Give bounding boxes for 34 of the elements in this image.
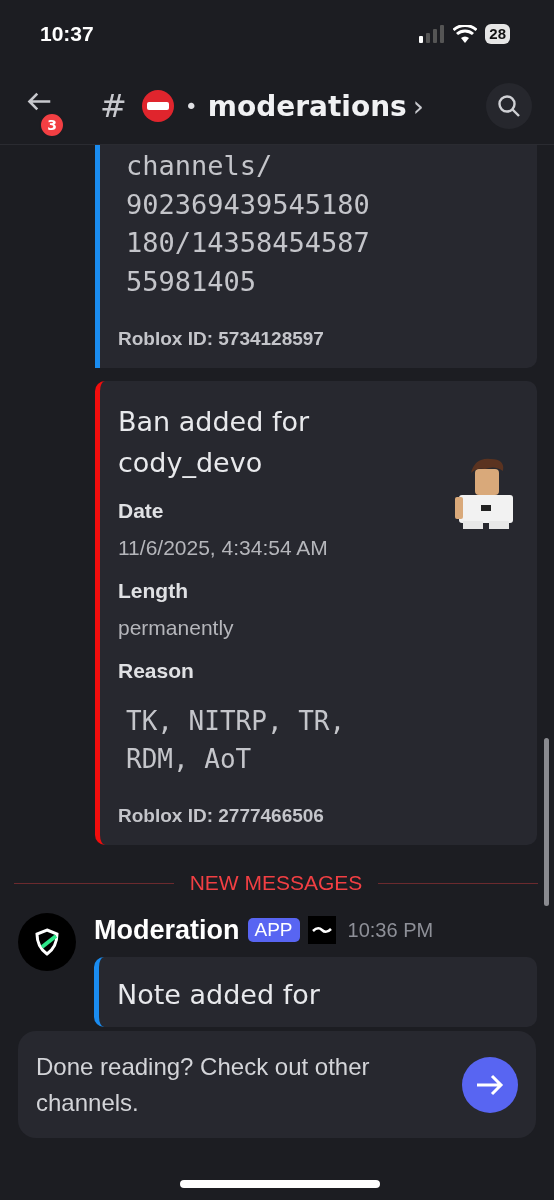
signal-icon — [419, 25, 446, 43]
new-messages-divider: NEW MESSAGES — [189, 871, 363, 895]
channel-name[interactable]: moderations — [207, 89, 407, 123]
field-value: 11/6/2025, 4:34:54 AM — [118, 535, 329, 561]
separator-dot: • — [184, 93, 198, 119]
message-time: 10:36 PM — [347, 918, 434, 942]
back-button[interactable] — [26, 91, 52, 112]
back-arrow-icon — [26, 91, 52, 112]
search-icon — [497, 94, 521, 118]
arrow-right-icon — [475, 1072, 505, 1097]
search-button[interactable] — [486, 83, 532, 129]
unread-badge: 3 — [39, 112, 65, 138]
chevron: › — [412, 89, 425, 123]
no-entry-icon — [140, 89, 175, 123]
embed-title: Ban added for cody_devo — [118, 405, 311, 480]
role-icon — [307, 916, 336, 944]
code-text: channels/ 902369439545180 180/14358454587 55981405 — [125, 149, 371, 299]
embed-footer: Roblox ID: 2777466506 — [118, 805, 455, 827]
code-text: TK, NITRP, TR, RDM, AoT — [125, 705, 347, 776]
app-tag: APP — [247, 918, 300, 942]
field-name: Reason — [118, 658, 195, 684]
author-name[interactable]: Moderation — [94, 914, 240, 946]
embed-footer: Roblox ID: 5734128597 — [118, 328, 517, 350]
field-name: Date — [118, 498, 165, 524]
battery-level: 28 — [485, 24, 510, 44]
scrollbar[interactable] — [544, 738, 549, 906]
channel-hash: # — [100, 87, 127, 125]
banner-text: Done reading? Check out other channels. — [36, 1051, 371, 1118]
embed-title: Note added for — [117, 979, 320, 1010]
status-time: 10:37 — [40, 22, 94, 46]
wifi-icon — [453, 25, 478, 43]
field-name: Length — [118, 578, 189, 604]
field-value: permanently — [118, 615, 235, 641]
shield-avatar-icon[interactable] — [18, 913, 76, 971]
